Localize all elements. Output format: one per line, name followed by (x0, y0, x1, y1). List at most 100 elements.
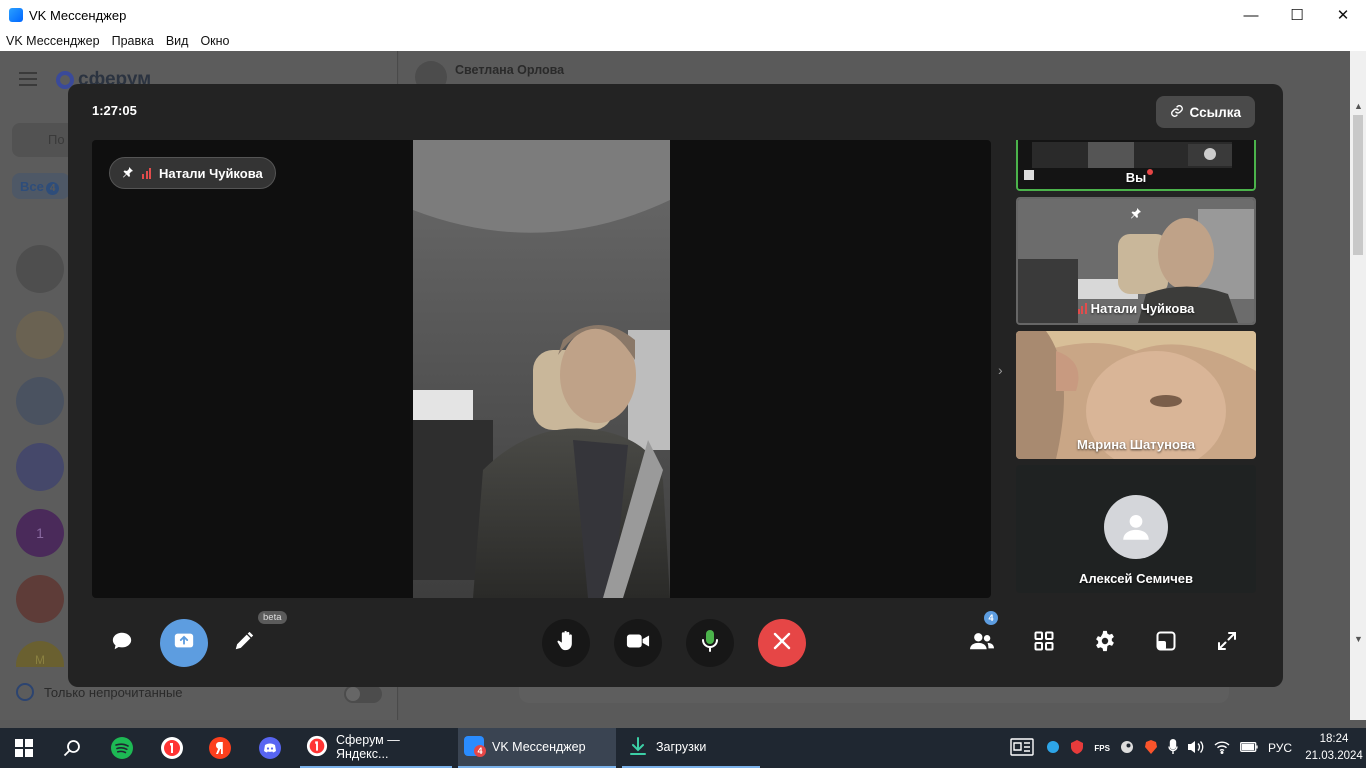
link-icon (1170, 104, 1184, 121)
task-badge: 4 (474, 744, 486, 757)
volume-icon[interactable] (1187, 740, 1204, 757)
participant-name: Алексей Семичев (1079, 571, 1193, 586)
beta-badge: beta (258, 611, 287, 624)
window-controls: — ☐ ✕ (1228, 0, 1366, 30)
whiteboard-button[interactable] (220, 619, 268, 667)
video-camera-icon (626, 631, 650, 656)
unread-icon (16, 683, 34, 701)
layout-icon (1156, 631, 1176, 656)
chat-avatar-letter[interactable]: 1 (16, 509, 64, 557)
grid-view-button[interactable] (1020, 619, 1068, 667)
battery-icon[interactable] (1240, 741, 1258, 755)
taskbar-clock[interactable]: 18:24 21.03.2024 (1302, 731, 1366, 765)
menu-item-window[interactable]: Окно (200, 34, 229, 48)
vk-messenger-icon: 4 (464, 735, 486, 759)
hand-icon (556, 630, 576, 657)
news-icon[interactable] (1010, 737, 1035, 759)
settings-button[interactable] (1081, 619, 1129, 667)
participant-name: Марина Шатунова (1077, 437, 1195, 452)
participant-tile-self[interactable]: Вы (1016, 140, 1256, 191)
scroll-up-icon[interactable]: ▲ (1354, 101, 1363, 111)
call-link-button[interactable]: Ссылка (1155, 96, 1255, 128)
windows-taskbar: Сферум — Яндекс... 4 VK Мессенджер Загру… (0, 728, 1366, 768)
menu-item-view[interactable]: Вид (166, 34, 189, 48)
pinned-participant-chip[interactable]: Натали Чуйкова (109, 157, 276, 189)
menu-bar: VK Мессенджер Правка Вид Окно (0, 30, 1366, 51)
participants-button[interactable] (958, 619, 1006, 667)
minimize-button[interactable]: — (1228, 0, 1274, 30)
gear-icon (1094, 630, 1116, 657)
chat-avatar[interactable] (16, 575, 64, 623)
call-window: 1:27:05 Ссылка Натали Чуйкова › Вы Натал… (68, 84, 1283, 687)
participant-name-text: Натали Чуйкова (1090, 301, 1195, 316)
scroll-thumb[interactable] (1353, 115, 1363, 255)
chat-avatar-letter[interactable]: М (16, 641, 64, 667)
network-icon[interactable] (1214, 740, 1230, 757)
pinned-participant-name: Натали Чуйкова (159, 165, 263, 181)
unread-toggle[interactable] (344, 685, 382, 703)
menu-item-app[interactable]: VK Мессенджер (6, 34, 100, 48)
chat-avatar-call[interactable] (16, 245, 64, 293)
yandex-icon[interactable] (208, 736, 232, 760)
camera-button[interactable] (614, 619, 662, 667)
language-indicator[interactable]: РУС (1268, 741, 1292, 755)
screen-share-button[interactable] (160, 619, 208, 667)
windows-start-icon[interactable] (12, 736, 36, 760)
taskbar-task-label: VK Мессенджер (492, 740, 586, 754)
app-tray-icon[interactable] (1046, 740, 1060, 757)
menu-item-edit[interactable]: Правка (112, 34, 154, 48)
menu-icon[interactable] (19, 72, 37, 86)
call-controls: beta 4 (68, 611, 1283, 668)
scroll-down-icon[interactable]: ▼ (1354, 634, 1363, 644)
taskbar-task-vk-messenger[interactable]: 4 VK Мессенджер (458, 728, 616, 768)
participant-tile[interactable]: Натали Чуйкова (1016, 197, 1256, 325)
spotify-icon[interactable] (110, 736, 134, 760)
tab-all-label: Все (20, 179, 44, 194)
chat-avatar[interactable] (16, 377, 64, 425)
pin-icon (122, 166, 134, 181)
chat-button[interactable] (98, 619, 146, 667)
users-icon (970, 631, 994, 656)
search-icon[interactable] (60, 736, 84, 760)
taskbar-task-sferum[interactable]: Сферум — Яндекс... (300, 728, 452, 768)
call-timer: 1:27:05 (92, 103, 137, 118)
maximize-button[interactable]: ☐ (1274, 0, 1320, 30)
screen-share-icon (173, 630, 195, 657)
microphone-icon (701, 629, 719, 658)
participant-tile[interactable]: Марина Шатунова (1016, 331, 1256, 459)
taskbar-task-label: Сферум — Яндекс... (336, 733, 400, 761)
chevron-right-icon[interactable]: › (998, 362, 1003, 378)
layout-button[interactable] (1142, 619, 1190, 667)
end-call-button[interactable] (758, 619, 806, 667)
participant-tile[interactable]: Алексей Семичев (1016, 465, 1256, 593)
fullscreen-button[interactable] (1203, 619, 1251, 667)
brave-icon[interactable] (1144, 739, 1158, 757)
taskbar-task-downloads[interactable]: Загрузки (622, 728, 760, 768)
chat-avatar[interactable] (16, 311, 64, 359)
grid-icon (1034, 631, 1054, 656)
discord-icon[interactable] (258, 736, 282, 760)
system-tray: FPS РУС 18:24 21.03.2024 (1010, 728, 1366, 768)
download-icon (628, 736, 648, 759)
microphone-tray-icon[interactable] (1168, 738, 1178, 758)
pin-icon (1130, 207, 1142, 222)
tab-all[interactable]: Все 4 (12, 173, 70, 199)
signal-strength-icon (142, 167, 151, 179)
participant-video-feed (413, 140, 670, 598)
main-video-area[interactable]: Натали Чуйкова (92, 140, 991, 598)
close-icon (773, 632, 791, 655)
antivirus-icon[interactable] (1070, 739, 1084, 757)
chat-avatar[interactable] (16, 443, 64, 491)
raise-hand-button[interactable] (542, 619, 590, 667)
close-window-button[interactable]: ✕ (1320, 0, 1366, 30)
chat-bubble-icon (111, 630, 133, 657)
participants-count-badge: 4 (984, 611, 998, 625)
window-scrollbar[interactable]: ▲ ▼ (1350, 51, 1366, 720)
microphone-button[interactable] (686, 619, 734, 667)
pencil-icon (233, 630, 255, 657)
yandex-browser-icon[interactable] (160, 736, 184, 760)
nvidia-tray-icon[interactable]: FPS (1094, 744, 1110, 753)
steam-icon[interactable] (1120, 740, 1134, 757)
user-avatar-icon (1104, 495, 1168, 559)
window-title: VK Мессенджер (29, 7, 127, 23)
